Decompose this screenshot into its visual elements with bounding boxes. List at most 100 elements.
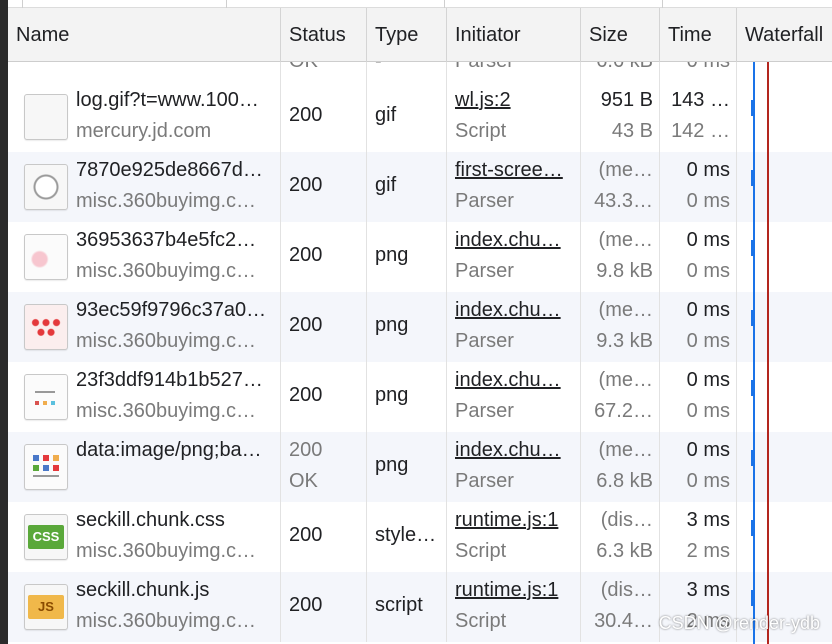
request-name-box: 23f3ddf914b1b527… misc.360buyimg.c… — [76, 362, 276, 432]
type-cell: png — [367, 292, 447, 362]
initiator-detail: Parser — [455, 260, 514, 282]
waterfall-cell — [737, 222, 832, 292]
column-header-time[interactable]: Time — [660, 8, 737, 62]
initiator-link[interactable]: index.chu… — [455, 229, 574, 252]
waterfall-cell — [737, 62, 832, 82]
column-header-waterfall[interactable]: Waterfall — [737, 8, 832, 62]
initiator-link[interactable]: first-scree… — [455, 159, 574, 182]
size-value: 951 B — [600, 89, 653, 111]
size-detail: 6.3 kB — [596, 540, 653, 562]
type-text: png — [375, 384, 409, 406]
time-cell: 0 ms 0 ms — [660, 152, 737, 222]
size-value: (dis… — [600, 579, 653, 601]
robot-dog-icon — [24, 164, 68, 210]
initiator-detail: Parser — [455, 470, 514, 492]
initiator-link[interactable]: runtime.js:1 — [455, 579, 574, 602]
request-name-box: seckill.chunk.css misc.360buyimg.c… — [76, 502, 276, 572]
table-row[interactable]: 36953637b4e5fc2… misc.360buyimg.c… 200 png i… — [8, 222, 832, 292]
color-grid-icon — [24, 444, 68, 490]
table-row[interactable]: data:image/png;ba… 200 OK png index.chu… Pars… — [8, 432, 832, 502]
table-row[interactable]: 93ec59f9796c37a0… misc.360buyimg.c… 200 png… — [8, 292, 832, 362]
request-filename[interactable]: 23f3ddf914b1b527… — [76, 369, 272, 392]
request-name-box: 36953637b4e5fc2… misc.360buyimg.c… — [76, 222, 276, 292]
status-text: OK — [289, 62, 360, 73]
type-text: - — [375, 62, 440, 73]
waterfall-cell — [737, 152, 832, 222]
table-row[interactable]: 23f3ddf914b1b527… misc.360buyimg.c… 200 png… — [8, 362, 832, 432]
request-domain: mercury.jd.com — [76, 120, 212, 142]
status-code: 200 — [289, 244, 323, 266]
column-header-status[interactable]: Status — [281, 8, 367, 62]
size-cell: (me… 6.8 kB — [581, 432, 660, 502]
size-detail: 67.2… — [594, 400, 653, 422]
initiator-link[interactable]: runtime.js:1 — [455, 509, 574, 532]
time-cell: 0 ms — [660, 62, 737, 82]
initiator-detail: Script — [455, 540, 507, 562]
status-code: 200 — [289, 524, 323, 546]
time-detail: 0 ms — [686, 190, 730, 212]
name-cell: data:image/png;ba… — [8, 432, 281, 502]
size-cell: (me… 67.2… — [581, 362, 660, 432]
initiator-cell: Parser — [447, 62, 581, 82]
request-filename[interactable]: seckill.chunk.css — [76, 509, 272, 532]
size-detail: 9.8 kB — [596, 260, 653, 282]
initiator-cell: index.chu… Parser — [447, 222, 581, 292]
time-value: 3 ms — [686, 579, 730, 601]
size-detail: 6.8 kB — [596, 470, 653, 492]
request-name-box: 7870e925de8667d… misc.360buyimg.c… — [76, 152, 276, 222]
window-edge — [0, 0, 8, 644]
status-cell: 200 OK — [281, 432, 367, 502]
status-cell: 200 — [281, 152, 367, 222]
column-header-name[interactable]: Name — [8, 8, 281, 62]
initiator-link[interactable]: index.chu… — [455, 369, 574, 392]
size-value: (dis… — [600, 509, 653, 531]
request-filename[interactable]: seckill.chunk.js — [76, 579, 272, 602]
status-cell: 200 — [281, 502, 367, 572]
type-text: gif — [375, 174, 397, 196]
type-cell: style… — [367, 502, 447, 572]
column-header-type[interactable]: Type — [367, 8, 447, 62]
status-code: 200 — [289, 314, 323, 336]
time-detail: 142 … — [671, 120, 730, 142]
request-filename[interactable]: 93ec59f9796c37a0… — [76, 299, 272, 322]
table-row[interactable]: log.gif?t=www.100… mercury.jd.com 200 gif wl… — [8, 82, 832, 152]
status-cell: 200 — [281, 82, 367, 152]
size-detail: 43 B — [611, 120, 653, 142]
name-cell: 93ec59f9796c37a0… misc.360buyimg.c… — [8, 292, 281, 362]
time-detail: 0 ms — [686, 400, 730, 422]
time-cell: 143 … 142 … — [660, 82, 737, 152]
table-row[interactable]: 7870e925de8667d… misc.360buyimg.c… 200 gif f… — [8, 152, 832, 222]
time-value: 0 ms — [686, 439, 730, 461]
sprite-sheet-icon — [24, 374, 68, 420]
column-header-size[interactable]: Size — [581, 8, 660, 62]
initiator-link[interactable]: index.chu… — [455, 299, 574, 322]
time-value: 3 ms — [686, 509, 730, 531]
overview-divider — [226, 0, 227, 8]
request-name-box: log.gif?t=www.100… mercury.jd.com — [76, 82, 276, 152]
size-detail: 43.3… — [594, 190, 653, 212]
waterfall-cell — [737, 82, 832, 152]
status-code: 200 — [289, 439, 323, 461]
size-value: (me… — [598, 369, 653, 391]
table-row[interactable]: CSS seckill.chunk.css misc.360buyimg.c… 200… — [8, 502, 832, 572]
overview-divider — [662, 0, 663, 8]
size-detail: 6.6 kB — [589, 62, 653, 73]
type-cell: png — [367, 432, 447, 502]
status-code: 200 — [289, 174, 323, 196]
request-filename[interactable]: data:image/png;ba… — [76, 439, 272, 462]
request-filename[interactable]: 7870e925de8667d… — [76, 159, 272, 182]
initiator-link[interactable]: wl.js:2 — [455, 89, 574, 112]
status-text: OK — [289, 470, 318, 492]
request-rows: OK - Parser 6.6 kB 0 ms log.gif?t=www.10… — [8, 62, 832, 644]
type-cell: png — [367, 222, 447, 292]
type-cell: gif — [367, 82, 447, 152]
size-cell: (me… 9.8 kB — [581, 222, 660, 292]
initiator-link[interactable]: index.chu… — [455, 439, 574, 462]
request-filename[interactable]: log.gif?t=www.100… — [76, 89, 272, 112]
request-filename[interactable]: 36953637b4e5fc2… — [76, 229, 272, 252]
status-code: 200 — [289, 104, 323, 126]
name-cell: 23f3ddf914b1b527… misc.360buyimg.c… — [8, 362, 281, 432]
table-row-partial[interactable]: OK - Parser 6.6 kB 0 ms — [8, 62, 832, 82]
column-header-initiator[interactable]: Initiator — [447, 8, 581, 62]
time-cell: 0 ms 0 ms — [660, 222, 737, 292]
